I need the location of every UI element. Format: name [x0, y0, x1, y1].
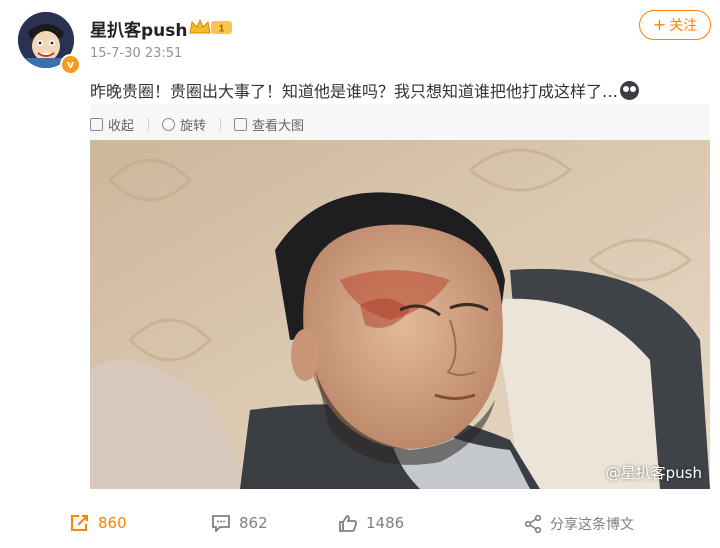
comment-button[interactable]: 862 [211, 514, 268, 532]
follow-button[interactable]: + 关注 [639, 10, 711, 40]
follow-label: 关注 [669, 18, 698, 34]
vip-crown-icon[interactable]: 1 [189, 18, 233, 36]
post-photo-illustration [90, 140, 710, 489]
collapse-label: 收起 [108, 119, 135, 134]
collapse-icon [90, 118, 103, 131]
post-image[interactable]: @星扒客push [90, 140, 710, 489]
username[interactable]: 星扒客push [90, 16, 188, 41]
thumbs-up-icon [339, 515, 358, 532]
repost-button[interactable]: 860 [70, 514, 127, 532]
post-actions-bar: 860 862 1486 分享这条博文 [0, 500, 720, 548]
view-large-icon [234, 118, 247, 131]
image-watermark: @星扒客push [605, 464, 702, 482]
plus-icon: + [652, 15, 667, 34]
rotate-icon [162, 118, 175, 131]
post-text: 昨晚贵圈！贵圈出大事了！知道他是谁吗？我只想知道谁把他打成这样了… [90, 78, 640, 102]
rotate-label: 旋转 [180, 119, 207, 134]
rotate-button[interactable]: 旋转 [162, 115, 206, 134]
share-label: 分享这条博文 [550, 517, 634, 533]
post-timestamp[interactable]: 15-7-30 23:51 [90, 46, 182, 61]
repost-count: 860 [98, 514, 127, 532]
comment-icon [212, 515, 230, 532]
verified-badge-icon: v [60, 54, 81, 75]
image-toolbar: 收起 旋转 查看大图 [90, 104, 710, 144]
toolbar-divider [220, 118, 221, 131]
collapse-button[interactable]: 收起 [90, 115, 134, 134]
post-text-content: 昨晚贵圈！贵圈出大事了！知道他是谁吗？我只想知道谁把他打成这样了… [90, 82, 619, 101]
repost-icon [71, 515, 88, 531]
doge-emoji-icon [620, 81, 640, 100]
comment-count: 862 [239, 514, 268, 532]
share-icon [524, 515, 542, 533]
like-button[interactable]: 1486 [338, 514, 404, 532]
view-large-button[interactable]: 查看大图 [234, 115, 304, 134]
vip-level: 1 [219, 24, 225, 35]
toolbar-divider [148, 118, 149, 131]
view-large-label: 查看大图 [252, 119, 305, 134]
share-button[interactable]: 分享这条博文 [524, 514, 634, 534]
like-count: 1486 [366, 514, 405, 532]
